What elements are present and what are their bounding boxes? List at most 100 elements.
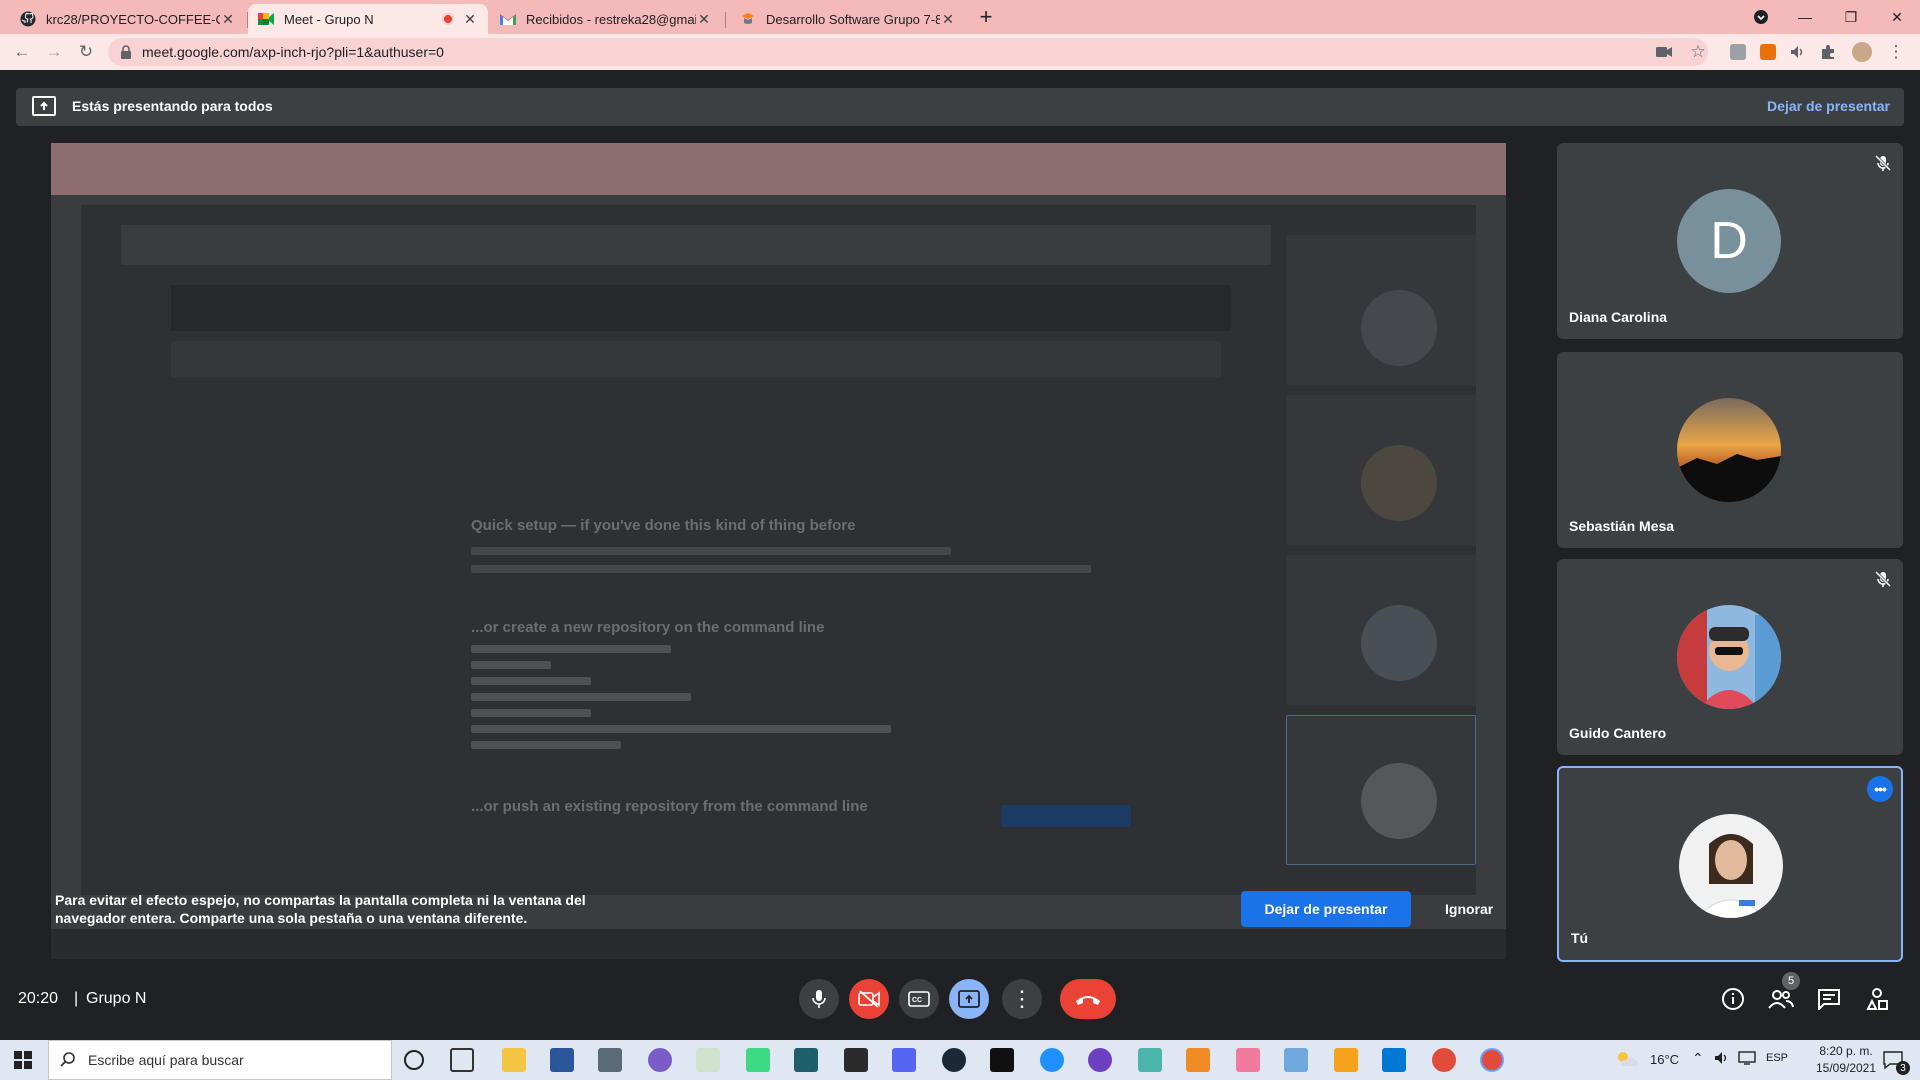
- tab-github[interactable]: krc28/PROYECTO-COFFEE-CODE ✕: [10, 4, 246, 34]
- divider: |: [74, 990, 79, 1007]
- close-tab-icon[interactable]: ✕: [220, 11, 236, 28]
- present-now-button[interactable]: [949, 979, 989, 1019]
- reload-icon[interactable]: ↻: [74, 40, 98, 64]
- extensions-puzzle-icon[interactable]: [1820, 44, 1836, 60]
- epic-games-icon[interactable]: [990, 1048, 1014, 1072]
- app-icon[interactable]: [696, 1048, 720, 1072]
- system-date: 15/09/2021: [1815, 1061, 1877, 1075]
- camera-off-button[interactable]: [849, 979, 889, 1019]
- word-icon[interactable]: [550, 1048, 574, 1072]
- more-options-icon[interactable]: •••: [1867, 776, 1893, 802]
- ignore-button[interactable]: Ignorar: [1445, 901, 1493, 917]
- browser-menu-icon[interactable]: ⋮: [1884, 40, 1908, 64]
- participant-count-badge: 5: [1782, 972, 1800, 990]
- microphone-icon: [812, 990, 826, 1008]
- tab-label: Meet - Grupo N: [284, 11, 374, 27]
- extension-pdf-icon[interactable]: [1730, 44, 1746, 60]
- restore-icon[interactable]: ❐: [1828, 0, 1874, 34]
- mirrored-browser-chrome: [51, 143, 1506, 195]
- camera-blocked-icon[interactable]: [1656, 45, 1672, 59]
- participant-tile-guido[interactable]: Guido Cantero: [1557, 559, 1903, 755]
- close-tab-icon[interactable]: ✕: [696, 11, 712, 28]
- app-icon[interactable]: [844, 1048, 868, 1072]
- close-tab-icon[interactable]: ✕: [462, 11, 478, 28]
- forward-arrow-icon[interactable]: →: [42, 40, 66, 64]
- cortana-icon[interactable]: [404, 1050, 424, 1070]
- volume-icon[interactable]: [1714, 1050, 1730, 1071]
- search-icon: [60, 1051, 76, 1072]
- app-icon[interactable]: [1138, 1048, 1162, 1072]
- network-icon[interactable]: [1738, 1051, 1756, 1070]
- tab-label: krc28/PROYECTO-COFFEE-CODE: [46, 11, 220, 27]
- participant-name: Sebastián Mesa: [1569, 518, 1675, 534]
- captions-button[interactable]: CC: [899, 979, 939, 1019]
- google-meet-icon: [258, 11, 274, 27]
- task-view-icon[interactable]: [450, 1048, 474, 1072]
- tab-moodle[interactable]: Desarrollo Software Grupo 7-8-9 ✕: [730, 4, 966, 34]
- meeting-info-icon[interactable]: [1718, 984, 1748, 1014]
- speaker-icon[interactable]: [1790, 44, 1806, 60]
- tab-gmail[interactable]: Recibidos - restreka28@gmail.co ✕: [490, 4, 722, 34]
- tab-meet[interactable]: Meet - Grupo N ✕: [248, 4, 488, 34]
- camera-off-icon: [858, 990, 880, 1008]
- tab-label: Desarrollo Software Grupo 7-8-9: [766, 11, 940, 27]
- extension-sc-icon[interactable]: [1760, 44, 1776, 60]
- new-tab-plus-icon[interactable]: +: [974, 4, 998, 29]
- app-icon[interactable]: [1284, 1048, 1308, 1072]
- profile-avatar[interactable]: [1852, 42, 1872, 62]
- app-icon[interactable]: [598, 1048, 622, 1072]
- app-icon[interactable]: [794, 1048, 818, 1072]
- minimize-icon[interactable]: —: [1782, 0, 1828, 34]
- presenting-status-text: Estás presentando para todos: [72, 98, 273, 114]
- windows-start-icon[interactable]: [0, 1040, 46, 1080]
- participant-name: Tú: [1571, 930, 1589, 946]
- leave-call-button[interactable]: [1060, 979, 1116, 1019]
- present-screen-icon: [958, 990, 980, 1008]
- stop-presenting-button[interactable]: Dejar de presentar: [1241, 891, 1411, 927]
- android-app-icon[interactable]: [746, 1048, 770, 1072]
- chrome-icon[interactable]: [1480, 1048, 1504, 1072]
- participant-name: Diana Carolina: [1569, 309, 1668, 325]
- url-text[interactable]: meet.google.com/axp-inch-rjo?pli=1&authu…: [142, 44, 444, 60]
- participant-tile-self[interactable]: ••• Tú: [1557, 766, 1903, 962]
- weather-temperature[interactable]: 16°C: [1650, 1052, 1679, 1067]
- weather-icon[interactable]: [1616, 1050, 1638, 1068]
- tab-search-icon[interactable]: [1738, 0, 1784, 34]
- app-icon[interactable]: [1236, 1048, 1260, 1072]
- activities-icon[interactable]: [1862, 984, 1892, 1014]
- hang-up-icon: [1076, 996, 1100, 1005]
- chat-icon[interactable]: [1814, 984, 1844, 1014]
- participant-tile-diana[interactable]: D Diana Carolina: [1557, 143, 1903, 339]
- more-options-icon[interactable]: ⋮: [1002, 979, 1042, 1019]
- tray-chevron-icon[interactable]: ⌃: [1692, 1050, 1704, 1067]
- mic-off-icon: [1873, 153, 1893, 173]
- app-icon[interactable]: [1186, 1048, 1210, 1072]
- avatar-initial: D: [1710, 212, 1748, 270]
- avatar: D: [1677, 189, 1781, 293]
- close-window-icon[interactable]: ✕: [1874, 0, 1920, 34]
- app-icon[interactable]: [1040, 1048, 1064, 1072]
- stop-presenting-link[interactable]: Dejar de presentar: [1767, 98, 1890, 114]
- sublime-text-icon[interactable]: [1334, 1048, 1358, 1072]
- vscode-icon[interactable]: [1382, 1048, 1406, 1072]
- meeting-clock: 20:20: [18, 990, 59, 1007]
- lock-icon[interactable]: [120, 45, 132, 59]
- bookmark-star-icon[interactable]: ☆: [1686, 40, 1710, 64]
- mic-off-icon: [1873, 569, 1893, 589]
- close-tab-icon[interactable]: ✕: [940, 11, 956, 28]
- steam-icon[interactable]: [942, 1048, 966, 1072]
- chrome-icon[interactable]: [1432, 1048, 1456, 1072]
- system-clock[interactable]: 8:20 p. m. 15/09/2021: [1806, 1043, 1886, 1077]
- meeting-name: Grupo N: [86, 990, 147, 1007]
- microphone-button[interactable]: [799, 979, 839, 1019]
- headphones-app-icon[interactable]: [648, 1048, 672, 1072]
- participant-tile-sebastian[interactable]: Sebastián Mesa: [1557, 352, 1903, 548]
- system-time: 8:20 p. m.: [1819, 1044, 1873, 1058]
- input-language[interactable]: ESP: [1766, 1052, 1788, 1064]
- back-arrow-icon[interactable]: ←: [10, 40, 34, 64]
- avatar: [1679, 814, 1783, 918]
- file-explorer-icon[interactable]: [502, 1048, 526, 1072]
- mirrored-taskbar: [51, 929, 1506, 959]
- app-icon[interactable]: [1088, 1048, 1112, 1072]
- discord-icon[interactable]: [892, 1048, 916, 1072]
